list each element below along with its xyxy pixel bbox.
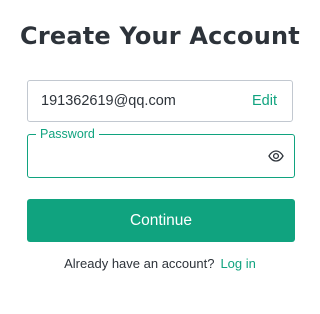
continue-button[interactable]: Continue [27,199,295,242]
password-label: Password [36,126,99,142]
email-value: 191362619@qq.com [41,93,176,109]
password-field[interactable]: Password [27,126,295,178]
password-input[interactable] [40,147,260,167]
email-field: 191362619@qq.com Edit [27,80,293,122]
eye-icon[interactable] [268,148,284,164]
login-link[interactable]: Log in [220,256,255,271]
login-prompt: Already have an account? Log in [0,256,320,271]
edit-email-link[interactable]: Edit [252,93,277,109]
page-title: Create Your Account [20,22,300,50]
login-prompt-text: Already have an account? [64,256,215,271]
